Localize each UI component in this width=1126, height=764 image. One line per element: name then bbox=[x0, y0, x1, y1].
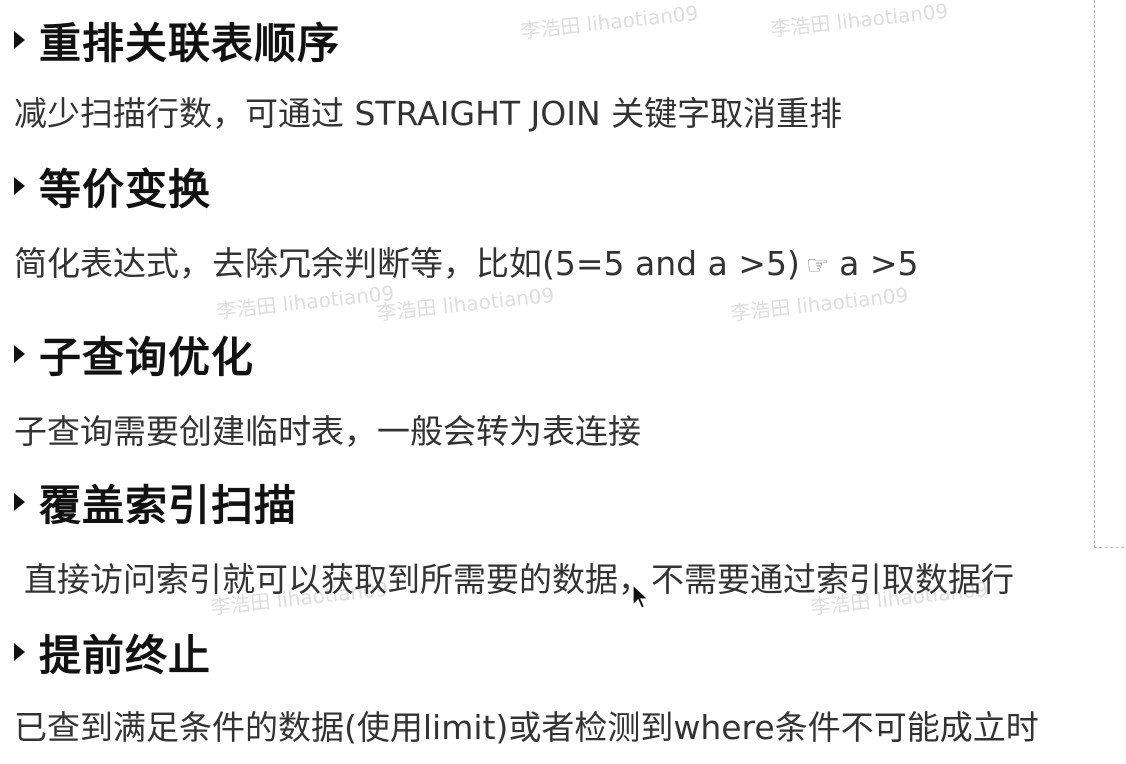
description-text-after: a >5 bbox=[839, 244, 919, 283]
watermark: 李浩田 lihaotian09 bbox=[519, 0, 700, 44]
section-description: 直接访问索引就可以获取到所需要的数据，不需要通过索引取数据行 bbox=[24, 560, 1014, 599]
section-heading: 覆盖索引扫描 bbox=[14, 476, 297, 530]
description-text-before: 简化表达式，去除冗余判断等，比如(5=5 and a >5) bbox=[14, 244, 800, 283]
heading-text: 子查询优化 bbox=[39, 332, 255, 382]
section-description: 已查到满足条件的数据(使用limit)或者检测到where条件不可能成立时 bbox=[14, 708, 1039, 747]
section-heading: 子查询优化 bbox=[14, 328, 254, 382]
section-description: 简化表达式，去除冗余判断等，比如(5=5 and a >5) ☞ a >5 bbox=[14, 242, 918, 286]
watermark: 李浩田 lihaotian09 bbox=[769, 0, 950, 42]
heading-text: 提前终止 bbox=[39, 630, 212, 680]
section-heading: 提前终止 bbox=[14, 626, 211, 680]
slide: 李浩田 lihaotian09 李浩田 lihaotian09 李浩田 liha… bbox=[0, 0, 1126, 764]
heading-text: 等价变换 bbox=[39, 164, 212, 214]
triangle-right-icon bbox=[14, 177, 25, 195]
heading-text: 覆盖索引扫描 bbox=[39, 480, 298, 530]
section-heading: 重排关联表顺序 bbox=[14, 14, 340, 68]
triangle-right-icon bbox=[14, 345, 25, 363]
section-description: 减少扫描行数，可通过 STRAIGHT JOIN 关键字取消重排 bbox=[14, 94, 843, 133]
section-description: 子查询需要创建临时表，一般会转为表连接 bbox=[14, 412, 641, 451]
heading-text: 重排关联表顺序 bbox=[39, 18, 341, 68]
section-heading: 等价变换 bbox=[14, 160, 211, 214]
placeholder-frame bbox=[1094, 0, 1124, 548]
triangle-right-icon bbox=[14, 493, 25, 511]
mouse-cursor-icon bbox=[632, 584, 650, 609]
pointing-hand-icon: ☞ bbox=[805, 250, 830, 281]
triangle-right-icon bbox=[14, 31, 25, 49]
triangle-right-icon bbox=[14, 643, 25, 661]
